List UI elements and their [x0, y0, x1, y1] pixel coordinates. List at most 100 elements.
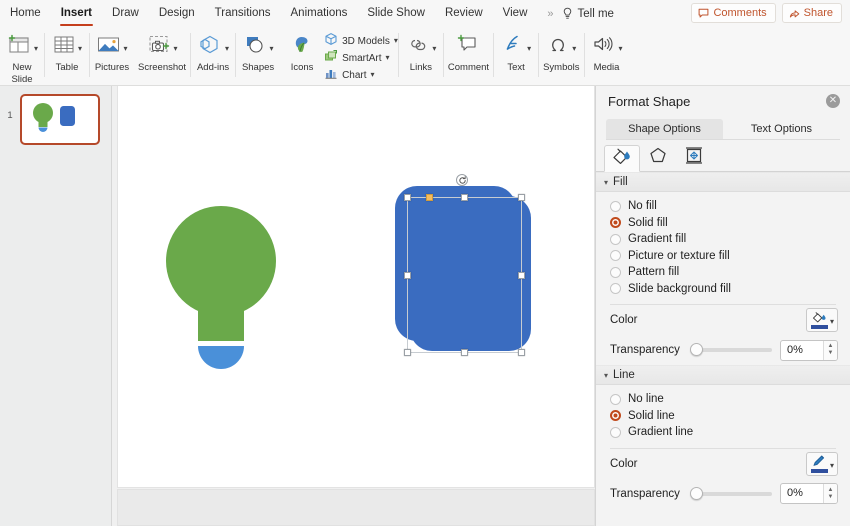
- ribbon-group-links: ▾ Links: [399, 27, 443, 85]
- tab-review[interactable]: Review: [445, 7, 483, 21]
- radio-solid-fill[interactable]: Solid fill: [596, 215, 850, 232]
- share-button[interactable]: Share: [781, 3, 842, 23]
- lightbulb-icon: [562, 7, 573, 20]
- pentagon-icon: [647, 145, 669, 170]
- line-color-chevron-down-icon[interactable]: ▾: [830, 461, 834, 470]
- comment-bubble-icon: [698, 8, 709, 19]
- tell-me-button[interactable]: Tell me: [562, 7, 614, 20]
- slide-number: 1: [7, 110, 13, 121]
- spinner-arrows[interactable]: ▲ ▼: [823, 484, 837, 503]
- spinner-down-icon[interactable]: ▼: [828, 350, 834, 356]
- line-transparency-spinner[interactable]: 0% ▲ ▼: [780, 483, 838, 504]
- fill-section-header[interactable]: ▾ Fill: [596, 172, 850, 192]
- screenshot-chevron-down-icon[interactable]: ▾: [174, 45, 178, 53]
- effects-tab[interactable]: [640, 144, 676, 171]
- 3d-models-chevron-down-icon[interactable]: ▾: [394, 37, 398, 45]
- resize-handle-top-left[interactable]: [404, 194, 411, 201]
- radio-pattern-fill[interactable]: Pattern fill: [596, 264, 850, 281]
- radio-slide-background-fill[interactable]: Slide background fill: [596, 281, 850, 298]
- tab-animations[interactable]: Animations: [291, 7, 348, 21]
- corner-radius-adjust-handle[interactable]: [426, 194, 433, 201]
- addins-chevron-down-icon[interactable]: ▾: [225, 45, 229, 53]
- media-chevron-down-icon[interactable]: ▾: [619, 45, 623, 53]
- comments-button[interactable]: Comments: [691, 3, 776, 23]
- rotation-handle[interactable]: [456, 174, 468, 186]
- tab-slide-show[interactable]: Slide Show: [367, 7, 425, 21]
- size-properties-tab[interactable]: [676, 144, 712, 171]
- spinner-up-icon[interactable]: ▲: [828, 343, 834, 349]
- table-chevron-down-icon[interactable]: ▾: [78, 45, 82, 53]
- resize-handle-top-center[interactable]: [461, 194, 468, 201]
- text-button[interactable]: ▾ Text: [494, 30, 538, 74]
- format-shape-panel: Format Shape ✕ Shape Options Text Option…: [595, 86, 850, 526]
- radio-picture-texture-fill[interactable]: Picture or texture fill: [596, 248, 850, 265]
- spinner-down-icon[interactable]: ▼: [828, 494, 834, 500]
- text-chevron-down-icon[interactable]: ▾: [527, 45, 531, 53]
- tab-design[interactable]: Design: [159, 7, 195, 21]
- tab-transitions[interactable]: Transitions: [215, 7, 271, 21]
- pictures-button[interactable]: ▾ Pictures: [90, 30, 134, 74]
- slider-knob[interactable]: [689, 343, 703, 356]
- shapes-button[interactable]: ▾ Shapes: [236, 30, 280, 74]
- slider-knob[interactable]: [689, 486, 703, 500]
- smartart-button[interactable]: SmartArt ▾: [324, 49, 398, 66]
- tab-shape-options[interactable]: Shape Options: [606, 119, 723, 139]
- radio-gradient-line[interactable]: Gradient line: [596, 424, 850, 441]
- spinner-up-icon[interactable]: ▲: [828, 487, 834, 493]
- tab-home[interactable]: Home: [10, 7, 41, 21]
- radio-gradient-fill[interactable]: Gradient fill: [596, 231, 850, 248]
- resize-handle-middle-right[interactable]: [518, 272, 525, 279]
- fill-transparency-spinner[interactable]: 0% ▲ ▼: [780, 339, 838, 361]
- close-icon[interactable]: ✕: [826, 94, 840, 108]
- fill-transparency-value[interactable]: 0%: [781, 341, 823, 360]
- spinner-arrows[interactable]: ▲ ▼: [823, 340, 837, 360]
- line-transparency-slider[interactable]: [689, 486, 772, 500]
- line-transparency-value[interactable]: 0%: [781, 484, 823, 503]
- resize-handle-bottom-center[interactable]: [461, 349, 468, 356]
- links-chevron-down-icon[interactable]: ▾: [432, 45, 436, 53]
- lightbulb-shape[interactable]: [166, 196, 276, 396]
- links-button[interactable]: ▾ Links: [399, 30, 443, 74]
- tab-view[interactable]: View: [503, 7, 528, 21]
- comment-button[interactable]: Comment: [444, 30, 493, 74]
- fill-transparency-slider[interactable]: [689, 343, 772, 356]
- resize-handle-bottom-left[interactable]: [404, 349, 411, 356]
- smartart-chevron-down-icon[interactable]: ▾: [386, 54, 390, 62]
- symbols-button[interactable]: ▾ Symbols: [539, 30, 583, 74]
- tab-draw[interactable]: Draw: [112, 7, 139, 21]
- icons-button[interactable]: Icons: [280, 30, 324, 74]
- line-color-button[interactable]: ▾: [805, 451, 838, 476]
- shapes-chevron-down-icon[interactable]: ▾: [270, 45, 274, 53]
- radio-no-line[interactable]: No line: [596, 391, 850, 408]
- chart-button[interactable]: Chart ▾: [324, 67, 398, 83]
- table-button[interactable]: ▾ Table: [45, 30, 89, 74]
- lightbulb-base: [198, 346, 244, 369]
- slide-editing-surface[interactable]: [117, 86, 595, 488]
- resize-handle-bottom-right[interactable]: [518, 349, 525, 356]
- 3d-models-button[interactable]: 3D Models ▾: [324, 32, 398, 49]
- chart-chevron-down-icon[interactable]: ▾: [371, 71, 375, 79]
- fill-color-chevron-down-icon[interactable]: ▾: [830, 318, 834, 326]
- lightbulb-bulb: [166, 206, 276, 316]
- tab-overflow-icon[interactable]: »: [547, 8, 553, 20]
- notes-area[interactable]: [117, 489, 595, 526]
- slide-thumbnail-1[interactable]: [20, 94, 100, 145]
- fill-color-button[interactable]: ▾: [805, 308, 838, 332]
- add-ins-button[interactable]: ▾ Add-ins: [191, 30, 235, 74]
- screenshot-button[interactable]: ▾ Screenshot: [134, 30, 190, 74]
- resize-handle-middle-left[interactable]: [404, 272, 411, 279]
- radio-indicator: [610, 200, 621, 212]
- symbols-chevron-down-icon[interactable]: ▾: [572, 45, 576, 53]
- pictures-chevron-down-icon[interactable]: ▾: [123, 45, 127, 53]
- resize-handle-top-right[interactable]: [518, 194, 525, 201]
- radio-no-fill[interactable]: No fill: [596, 198, 850, 215]
- new-slide-chevron-down-icon[interactable]: ▾: [34, 45, 38, 53]
- line-section-header[interactable]: ▾ Line: [596, 365, 850, 385]
- tab-insert[interactable]: Insert: [59, 7, 94, 26]
- slide-thumbnail-pane[interactable]: 1: [0, 86, 112, 526]
- radio-solid-line[interactable]: Solid line: [596, 408, 850, 425]
- new-slide-button[interactable]: ▾ New Slide: [0, 30, 44, 85]
- tab-text-options[interactable]: Text Options: [723, 119, 840, 139]
- fill-line-tab[interactable]: [604, 145, 640, 172]
- media-button[interactable]: ▾ Media: [585, 30, 629, 74]
